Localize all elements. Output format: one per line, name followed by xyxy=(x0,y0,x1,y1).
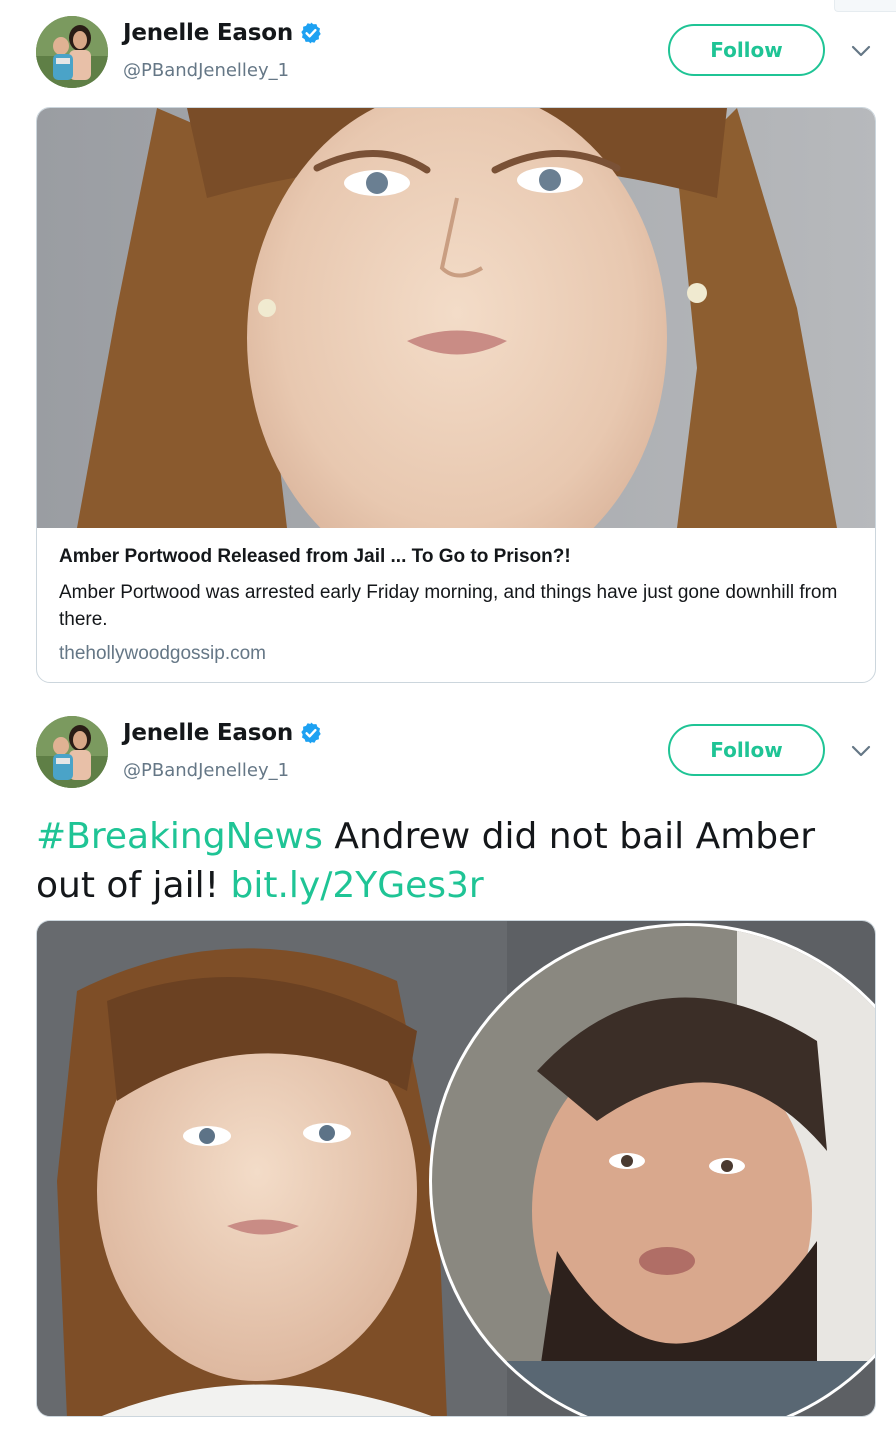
card-image xyxy=(37,108,875,528)
card-title[interactable]: Amber Portwood Released from Jail ... To… xyxy=(59,544,853,570)
card-domain: thehollywoodgossip.com xyxy=(59,643,267,664)
tweet-photo[interactable] xyxy=(36,920,876,1417)
user-handle[interactable]: @PBandJenelley_1 xyxy=(123,760,289,781)
photo-composite xyxy=(37,921,875,1416)
display-name[interactable]: Jenelle Eason xyxy=(123,720,293,746)
follow-button[interactable]: Follow xyxy=(668,24,825,76)
chevron-down-icon[interactable] xyxy=(850,40,872,62)
verified-badge-icon xyxy=(301,722,321,744)
hashtag-link[interactable]: #BreakingNews xyxy=(36,816,323,857)
tweet-card-share: Jenelle Eason @PBandJenelley_1 Follow Am… xyxy=(0,0,896,700)
chevron-down-icon[interactable] xyxy=(850,740,872,762)
tweet-text: #BreakingNews Andrew did not bail Amber … xyxy=(36,812,856,910)
url-link[interactable]: bit.ly/2YGes3r xyxy=(230,865,483,906)
follow-button[interactable]: Follow xyxy=(668,724,825,776)
tweet-header: Jenelle Eason @PBandJenelley_1 Follow xyxy=(36,716,876,796)
avatar[interactable] xyxy=(36,716,108,788)
tweet-header: Jenelle Eason @PBandJenelley_1 Follow xyxy=(36,16,876,96)
user-handle[interactable]: @PBandJenelley_1 xyxy=(123,60,289,81)
link-preview-card[interactable]: Amber Portwood Released from Jail ... To… xyxy=(36,107,876,683)
avatar[interactable] xyxy=(36,16,108,88)
card-description: Amber Portwood was arrested early Friday… xyxy=(59,582,838,630)
display-name[interactable]: Jenelle Eason xyxy=(123,20,293,46)
twitter-feed: Jenelle Eason @PBandJenelley_1 Follow Am… xyxy=(0,0,896,1444)
tweet-breaking-news: Jenelle Eason @PBandJenelley_1 Follow #B… xyxy=(0,700,896,1444)
verified-badge-icon xyxy=(301,22,321,44)
